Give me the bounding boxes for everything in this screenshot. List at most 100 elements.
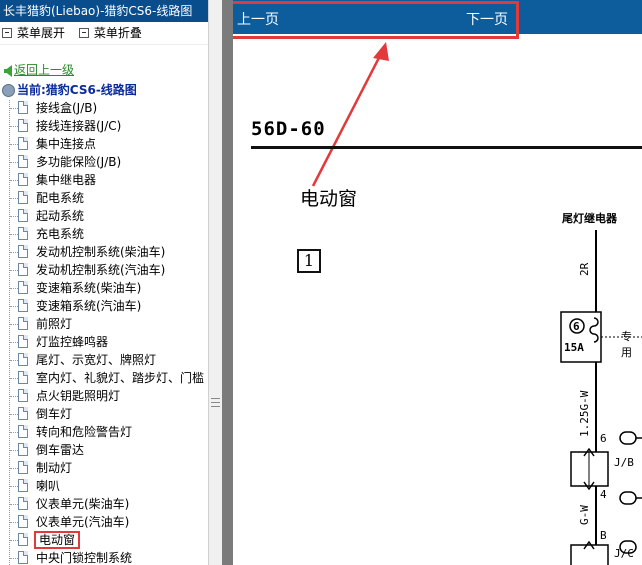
- tree-item-label: 中央门锁控制系统: [36, 551, 133, 565]
- document-icon: [18, 245, 28, 258]
- side-connector: [619, 491, 637, 505]
- tree-item[interactable]: 变速箱系统(柴油车): [0, 279, 208, 297]
- tree-item[interactable]: 制动灯: [0, 459, 208, 477]
- document-icon: [18, 461, 28, 474]
- jc-block: [570, 544, 609, 565]
- page-rule: [251, 146, 642, 149]
- fuse-side-label: 专用: [621, 330, 632, 359]
- sidebar-title: 长丰猎豹(Liebao)-猎豹CS6-线路图: [0, 0, 208, 22]
- relay-label: 尾灯继电器: [562, 212, 617, 225]
- document-icon: [18, 137, 28, 150]
- tree-item-label: 电动窗: [33, 531, 81, 549]
- document-icon: [18, 101, 28, 114]
- tree-item[interactable]: 喇叭: [0, 477, 208, 495]
- tree-item[interactable]: 仪表单元(柴油车): [0, 495, 208, 513]
- tree-item[interactable]: 转向和危险警告灯: [0, 423, 208, 441]
- document-icon: [18, 209, 28, 222]
- wiring-diagram: [311, 42, 642, 565]
- tree-item-label: 变速箱系统(柴油车): [36, 281, 142, 295]
- document-icon: [18, 389, 28, 402]
- sidebar-toolbar: 菜单展开 菜单折叠: [0, 22, 208, 45]
- tree-item-label: 集中连接点: [36, 137, 97, 151]
- tree-item-selected[interactable]: 电动窗: [0, 531, 208, 549]
- document-tree: 接线盒(J/B) 接线连接器(J/C) 集中连接点 多功能保险(J/B) 集中继…: [0, 99, 208, 565]
- pin-4-label: 4: [600, 488, 607, 501]
- tree-item-label: 喇叭: [36, 479, 61, 493]
- jb-label: J/B: [614, 456, 634, 469]
- tree-item-label: 接线连接器(J/C): [36, 119, 122, 133]
- tree-item[interactable]: 接线盒(J/B): [0, 99, 208, 117]
- document-icon: [18, 425, 28, 438]
- document-icon: [18, 335, 28, 348]
- tree-item[interactable]: 集中连接点: [0, 135, 208, 153]
- tree-item-label: 室内灯、礼貌灯、踏步灯、门槛: [36, 371, 205, 385]
- diagram-number-box: 1: [297, 249, 321, 273]
- document-icon: [18, 371, 28, 384]
- collapse-icon: [78, 27, 89, 38]
- tree-item-label: 接线盒(J/B): [36, 101, 98, 115]
- tree-item[interactable]: 变速箱系统(汽油车): [0, 297, 208, 315]
- tree-item[interactable]: 接线连接器(J/C): [0, 117, 208, 135]
- document-icon: [18, 533, 28, 546]
- tree-item[interactable]: 起动系统: [0, 207, 208, 225]
- tree-item[interactable]: 发动机控制系统(柴油车): [0, 243, 208, 261]
- jc-label: J/C: [614, 547, 634, 560]
- tree-item-label: 倒车雷达: [36, 443, 85, 457]
- tree-item[interactable]: 尾灯、示宽灯、牌照灯: [0, 351, 208, 369]
- fuse-rating: 15A: [564, 341, 584, 354]
- tree-item[interactable]: 中央门锁控制系统: [0, 549, 208, 565]
- pin-b-label: B: [600, 529, 607, 542]
- tree-item[interactable]: 充电系统: [0, 225, 208, 243]
- document-icon: [18, 443, 28, 456]
- collapse-menu-label: 菜单折叠: [93, 26, 142, 40]
- tree-item-label: 充电系统: [36, 227, 85, 241]
- collapse-menu-button[interactable]: 菜单折叠: [78, 22, 142, 44]
- document-icon: [18, 119, 28, 132]
- side-connector: [619, 431, 637, 445]
- current-folder-label: 当前:猎豹CS6-线路图: [17, 83, 137, 97]
- pin-6-label: 6: [600, 432, 607, 445]
- document-icon: [18, 191, 28, 204]
- tree-item[interactable]: 倒车灯: [0, 405, 208, 423]
- tree-item-label: 灯监控蜂鸣器: [36, 335, 109, 349]
- tree-item[interactable]: 前照灯: [0, 315, 208, 333]
- tree-item-label: 前照灯: [36, 317, 73, 331]
- sidebar-scrollbar[interactable]: [208, 0, 222, 565]
- folder-icon: [2, 84, 15, 97]
- wire-label-gw: G-W: [578, 505, 591, 525]
- back-arrow-icon: [4, 64, 12, 77]
- tree-item[interactable]: 室内灯、礼貌灯、踏步灯、门槛: [0, 369, 208, 387]
- expand-icon: [2, 27, 12, 38]
- tree-item-label: 多功能保险(J/B): [36, 155, 122, 169]
- tree-item[interactable]: 配电系统: [0, 189, 208, 207]
- tree-item-label: 仪表单元(汽油车): [36, 515, 130, 529]
- tree-item-label: 转向和危险警告灯: [36, 425, 133, 439]
- diagram-title: 电动窗: [300, 188, 358, 210]
- tree-item-label: 点火钥匙照明灯: [36, 389, 121, 403]
- tree-item-label: 仪表单元(柴油车): [36, 497, 130, 511]
- tree-item[interactable]: 点火钥匙照明灯: [0, 387, 208, 405]
- document-icon: [18, 497, 28, 510]
- tree-item[interactable]: 发动机控制系统(汽油车): [0, 261, 208, 279]
- wire-label-2r: 2R: [578, 262, 591, 276]
- document-icon: [18, 551, 28, 564]
- tree-item-label: 发动机控制系统(汽油车): [36, 263, 166, 277]
- back-link[interactable]: 返回上一级: [4, 62, 74, 78]
- tree-item[interactable]: 仪表单元(汽油车): [0, 513, 208, 531]
- back-link-label: 返回上一级: [14, 63, 75, 77]
- tree-item[interactable]: 灯监控蜂鸣器: [0, 333, 208, 351]
- tree-item[interactable]: 集中继电器: [0, 171, 208, 189]
- document-icon: [18, 155, 28, 168]
- expand-menu-button[interactable]: 菜单展开: [2, 22, 65, 44]
- wire-label-125gw: 1.25G-W: [578, 390, 591, 437]
- scrollbar-grip-icon[interactable]: [211, 398, 220, 408]
- tree-item-label: 变速箱系统(汽油车): [36, 299, 142, 313]
- document-viewer: 上一页 下一页 56D-60 电动窗 1 尾灯继电器 2R 6 15A 专用 1…: [233, 0, 642, 565]
- navigation-sidebar: 长丰猎豹(Liebao)-猎豹CS6-线路图 菜单展开 菜单折叠 返回上一级 当…: [0, 0, 208, 565]
- expand-menu-label: 菜单展开: [17, 26, 66, 40]
- document-icon: [18, 515, 28, 528]
- pane-divider[interactable]: [222, 0, 233, 565]
- tree-item[interactable]: 多功能保险(J/B): [0, 153, 208, 171]
- tree-item[interactable]: 倒车雷达: [0, 441, 208, 459]
- annotation-arrowhead: [373, 42, 389, 61]
